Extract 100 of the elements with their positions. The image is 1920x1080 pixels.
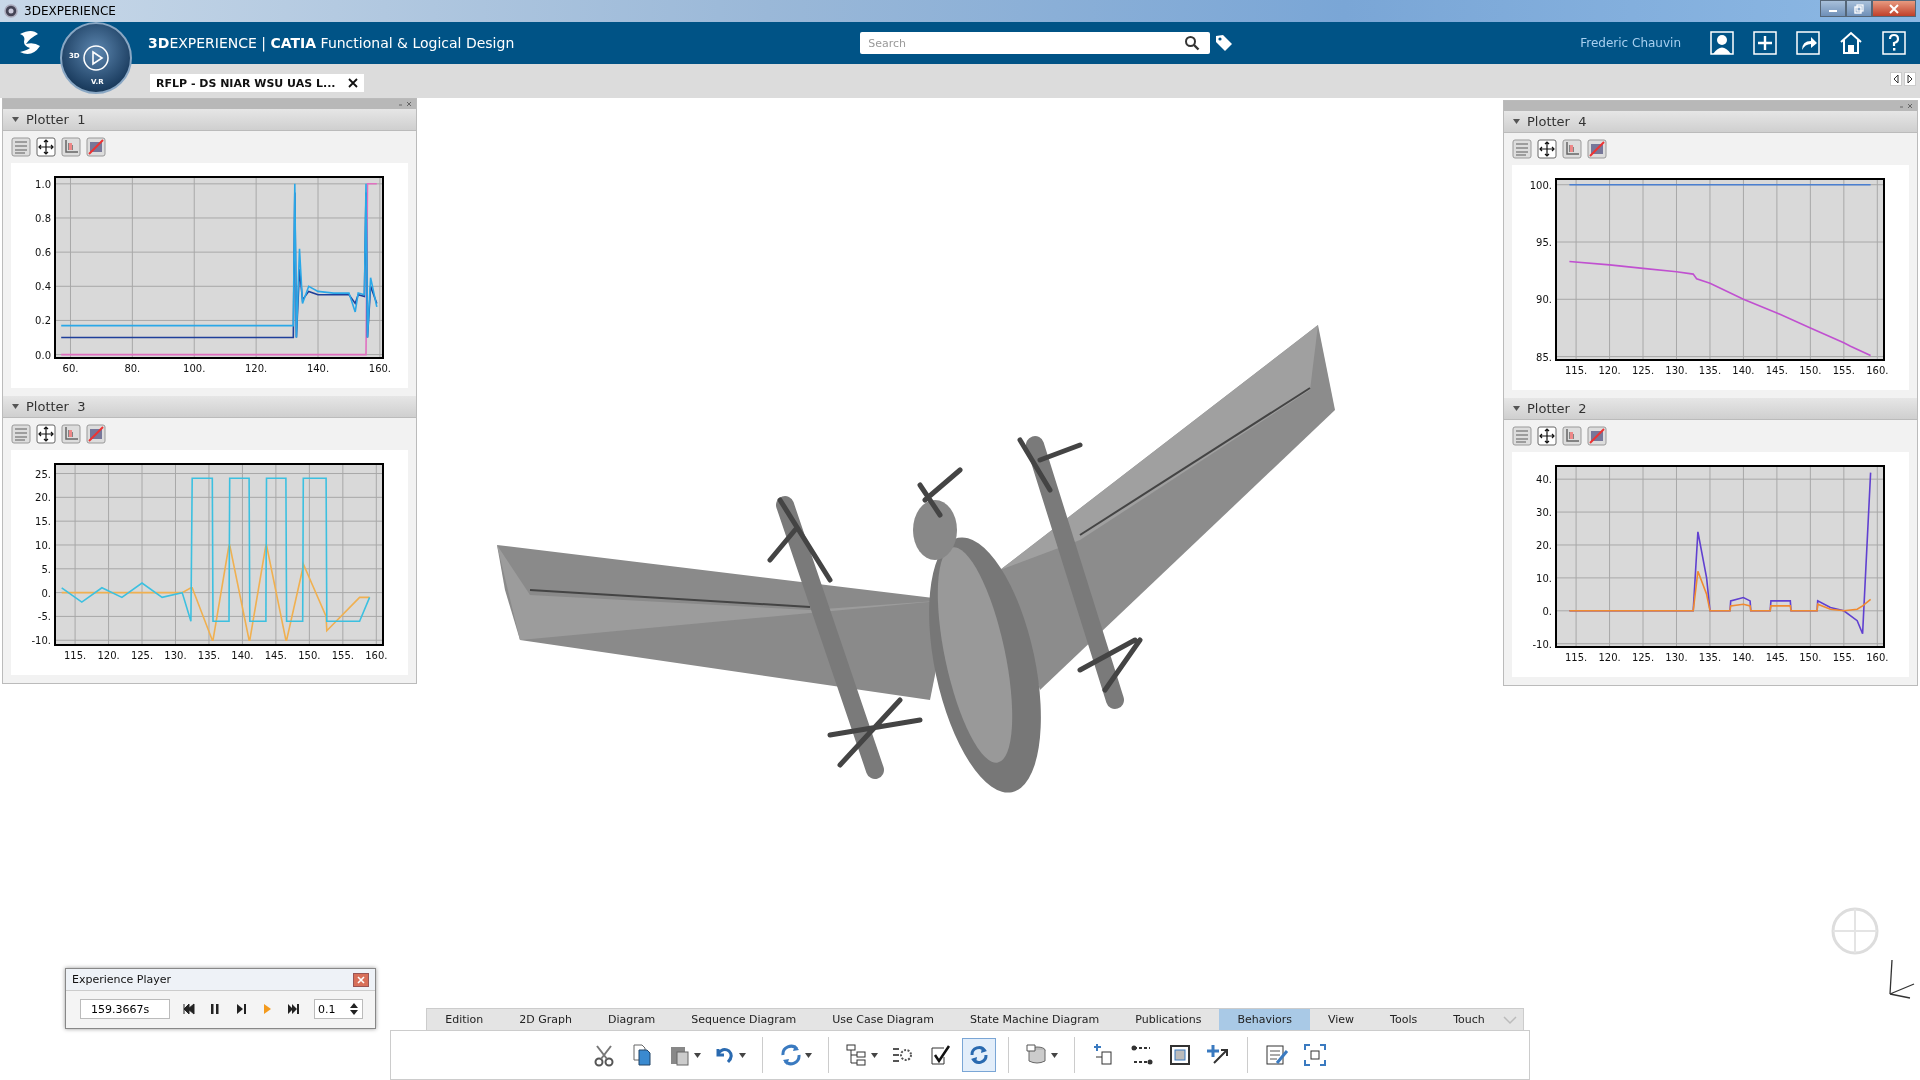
step-spinner[interactable]: 0.1 <box>314 999 363 1019</box>
section-title: Plotter 4 <box>1527 114 1587 129</box>
axis-tick-label: 155. <box>1832 365 1855 376</box>
axis-tick-label: 160. <box>365 650 388 661</box>
search-icon[interactable] <box>1184 35 1201 51</box>
axis-tick-label: 10. <box>1536 572 1552 584</box>
axis-icon[interactable] <box>1562 139 1582 159</box>
axis-tick-label: 140. <box>1732 652 1755 663</box>
axis-tick-label: 155. <box>1832 652 1855 663</box>
home-icon[interactable] <box>1839 31 1863 55</box>
search-field[interactable]: Search <box>860 32 1211 54</box>
axis-icon[interactable] <box>61 424 81 444</box>
workbench-tab[interactable]: State Machine Diagram <box>951 1008 1118 1031</box>
section-header[interactable]: Plotter 4 <box>1504 111 1917 133</box>
axis-icon[interactable] <box>61 137 81 157</box>
workbench-tab[interactable]: Touch <box>1435 1008 1503 1031</box>
database-icon[interactable] <box>1025 1043 1049 1067</box>
clear-plot-icon[interactable] <box>1587 139 1607 159</box>
axis-tick-label: 0.8 <box>35 213 51 224</box>
workbench-tab[interactable]: Publications <box>1117 1008 1220 1031</box>
axis-tick-label: 155. <box>331 650 354 661</box>
play-icon[interactable] <box>83 45 109 71</box>
caret-icon[interactable] <box>1512 117 1521 126</box>
axis-tick-label: -10. <box>31 635 51 647</box>
axis-tick-label: 0.4 <box>35 281 51 293</box>
workbench-tab[interactable]: Use Case Diagram <box>814 1008 952 1031</box>
move-icon[interactable] <box>1537 139 1557 159</box>
workbench-tab[interactable]: Sequence Diagram <box>673 1008 815 1031</box>
profile-icon[interactable] <box>1710 31 1734 55</box>
axis-tick-label: 160. <box>1866 652 1889 663</box>
add-icon[interactable] <box>1753 31 1777 55</box>
workbench-tab[interactable]: Behaviors <box>1219 1008 1310 1031</box>
axis-tick-label: 0. <box>41 587 51 599</box>
axis-tick-label: -10. <box>1532 638 1552 650</box>
panel-controls-icon[interactable] <box>398 101 412 107</box>
dropdown-caret-icon[interactable] <box>739 1052 746 1058</box>
axis-tick-label: 120. <box>245 363 268 374</box>
help-icon[interactable] <box>1882 31 1906 55</box>
clear-plot-icon[interactable] <box>1587 426 1607 446</box>
section-header[interactable]: Plotter 3 <box>3 396 416 418</box>
step-forward-icon[interactable] <box>234 1002 248 1016</box>
tree-icon[interactable] <box>845 1043 869 1067</box>
workbench-tab[interactable]: View <box>1310 1008 1373 1031</box>
skip-end-icon[interactable] <box>286 1002 300 1016</box>
close-button[interactable] <box>1872 0 1916 17</box>
caret-icon[interactable] <box>1512 404 1521 413</box>
cycle-icon[interactable] <box>779 1043 803 1067</box>
time-field[interactable]: 159.3667s <box>80 999 170 1019</box>
close-button[interactable] <box>353 972 369 987</box>
workbench-tab[interactable]: Tools <box>1372 1008 1436 1031</box>
player-title: Experience Player <box>72 973 172 986</box>
panel-controls-icon[interactable] <box>1899 103 1913 109</box>
scroll-right-icon[interactable] <box>1904 72 1916 86</box>
axis-tick-label: 15. <box>35 516 51 528</box>
caret-icon[interactable] <box>11 115 20 124</box>
tag-icon[interactable] <box>1214 33 1235 53</box>
user-name[interactable]: Frederic Chauvin <box>1580 36 1681 50</box>
axis-tick-label: 160. <box>368 363 392 374</box>
dropdown-caret-icon[interactable] <box>1051 1052 1058 1058</box>
minimize-button[interactable] <box>1820 0 1846 17</box>
dropdown-caret-icon[interactable] <box>805 1052 812 1058</box>
workbench-tab[interactable]: Edition <box>427 1008 502 1031</box>
axis-tick-label: -5. <box>37 611 51 623</box>
axis-tick-label: 0.2 <box>35 315 51 327</box>
skip-back-icon[interactable] <box>182 1002 196 1016</box>
axis-tick-label: 30. <box>1536 507 1552 519</box>
spin-arrows-icon[interactable] <box>348 1001 360 1017</box>
restore-button[interactable] <box>1846 0 1872 17</box>
axis-tick-label: 120. <box>97 650 120 661</box>
pause-icon[interactable] <box>208 1002 222 1016</box>
axis-tick-label: 145. <box>1765 652 1789 663</box>
window-title: 3DEXPERIENCE <box>24 4 116 18</box>
axis-tick-label: 90. <box>1536 294 1552 306</box>
dropdown-caret-icon[interactable] <box>871 1052 878 1058</box>
section-title: Plotter 2 <box>1527 401 1587 416</box>
app-brand: 3DEXPERIENCE | CATIA Functional & Logical Design <box>148 35 515 51</box>
move-icon[interactable] <box>36 137 56 157</box>
share-icon[interactable] <box>1796 31 1820 55</box>
workbench-tab[interactable]: 2D Graph <box>501 1008 590 1031</box>
section-header[interactable]: Plotter 1 <box>3 109 416 131</box>
axis-tick-label: 25. <box>35 468 51 480</box>
axis-tick-label: 150. <box>1799 365 1822 376</box>
section-header[interactable]: Plotter 2 <box>1504 398 1917 420</box>
axis-icon[interactable] <box>1562 426 1582 446</box>
axis-tick-label: 145. <box>264 650 288 661</box>
axis-tick-label: 140. <box>231 650 254 661</box>
clear-plot-icon[interactable] <box>86 424 106 444</box>
workbench-tab[interactable]: Diagram <box>590 1008 674 1031</box>
restore-icon[interactable] <box>1854 3 1864 14</box>
axis-tick-label: 125. <box>130 650 154 661</box>
dropdown-caret-icon[interactable] <box>694 1052 701 1058</box>
axis-tick-label: 0. <box>1542 605 1552 617</box>
caret-icon[interactable] <box>11 402 20 411</box>
close-icon[interactable] <box>347 78 358 88</box>
clear-plot-icon[interactable] <box>86 137 106 157</box>
axis-tick-label: 100. <box>183 363 206 374</box>
move-icon[interactable] <box>36 424 56 444</box>
move-icon[interactable] <box>1537 426 1557 446</box>
document-tab[interactable]: RFLP - DS NIAR WSU UAS L... <box>150 74 364 92</box>
scroll-left-icon[interactable] <box>1890 72 1902 86</box>
